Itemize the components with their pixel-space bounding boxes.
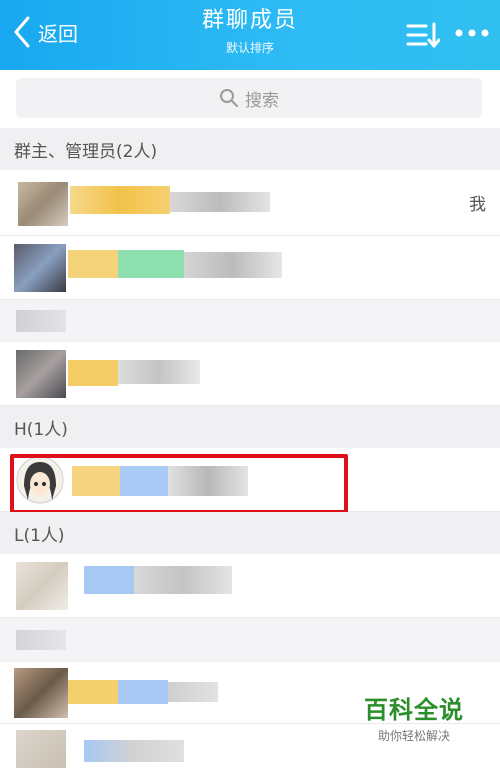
avatar — [16, 562, 68, 610]
member-tag-blurred — [118, 680, 168, 704]
member-name-blurred — [68, 360, 118, 386]
more-dots-icon[interactable] — [452, 22, 492, 44]
blurred-divider-row — [0, 300, 500, 342]
watermark-title: 百科全说 — [364, 696, 464, 724]
section-label: 群主、管理员(2人) — [14, 141, 158, 162]
member-row-owner[interactable]: 我 — [0, 170, 500, 236]
me-label: 我 — [469, 195, 486, 215]
search-icon — [220, 89, 238, 107]
avatar — [14, 244, 66, 292]
member-name-blurred — [84, 740, 184, 762]
member-nick-blurred — [118, 360, 200, 384]
member-nick-blurred — [168, 466, 248, 496]
search-area: 搜索 — [0, 70, 500, 128]
back-label: 返回 — [38, 21, 78, 46]
blurred-content — [16, 630, 66, 650]
section-label: L(1人) — [14, 525, 65, 546]
search-placeholder: 搜索 — [245, 90, 279, 111]
member-row-admin[interactable] — [0, 236, 500, 300]
sort-list-icon[interactable] — [406, 20, 440, 50]
avatar — [14, 668, 68, 718]
member-nick-blurred — [170, 192, 270, 212]
member-row-admin-2[interactable] — [0, 342, 500, 406]
avatar — [16, 350, 66, 398]
member-name-blurred — [84, 566, 134, 594]
title-area: 群聊成员 默认排序 — [150, 6, 350, 58]
member-nick-blurred — [168, 682, 218, 702]
back-button[interactable]: 返回 — [10, 14, 78, 50]
member-name-blurred — [70, 186, 170, 214]
section-header-l: L(1人) — [0, 512, 500, 554]
section-label: H(1人) — [14, 419, 68, 440]
anime-avatar-icon — [16, 456, 64, 504]
member-row-l[interactable] — [0, 554, 500, 618]
member-name-blurred — [68, 250, 118, 278]
member-nick-blurred — [134, 566, 232, 594]
member-tag-blurred — [120, 466, 168, 496]
section-header-h: H(1人) — [0, 406, 500, 448]
search-input[interactable]: 搜索 — [16, 78, 482, 118]
page-title: 群聊成员 — [201, 8, 298, 33]
blurred-content — [16, 310, 66, 332]
avatar — [18, 182, 68, 226]
blurred-divider-row — [0, 618, 500, 662]
chevron-left-icon — [14, 16, 30, 48]
watermark-subtitle: 助你轻松解决 — [377, 729, 450, 743]
avatar — [16, 730, 66, 768]
section-header-admins: 群主、管理员(2人) — [0, 128, 500, 170]
sort-mode-subtitle[interactable]: 默认排序 — [150, 38, 350, 58]
member-nick-blurred — [184, 252, 282, 278]
member-name-blurred — [72, 466, 120, 496]
member-tag-blurred — [118, 250, 184, 278]
top-nav-bar: 返回 群聊成员 默认排序 — [0, 0, 500, 70]
watermark: 百科全说 助你轻松解决 — [364, 690, 464, 744]
member-name-blurred — [68, 680, 118, 704]
member-row-h[interactable] — [0, 448, 500, 512]
